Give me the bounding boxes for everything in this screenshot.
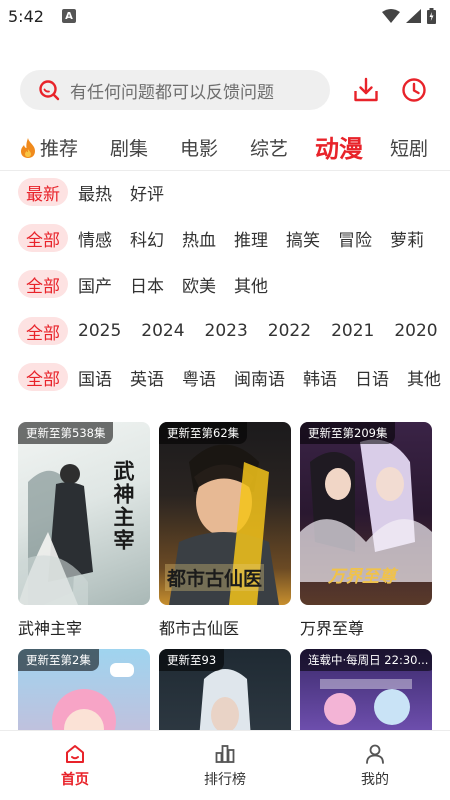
filter-row-language: 全部 国语 英语 粤语 闽南语 韩语 日语 其他	[18, 362, 450, 392]
filter-chip[interactable]: 情感	[78, 226, 112, 251]
filter-chip[interactable]: 2023	[205, 321, 248, 341]
search-icon	[39, 80, 60, 101]
notification-icon: A	[61, 9, 76, 23]
show-poster[interactable]: 更新至第62集 都市古仙医	[159, 422, 291, 605]
filter-chip[interactable]: 科幻	[130, 226, 164, 251]
show-card[interactable]: 更新至第209集 万界至尊 万界至尊	[300, 422, 432, 639]
download-button[interactable]	[350, 74, 382, 106]
status-icons	[382, 8, 436, 24]
filter-chip[interactable]: 闽南语	[234, 365, 285, 390]
nav-item-home[interactable]: 首页	[0, 731, 150, 800]
search-input[interactable]: 有任何问题都可以反馈问题	[20, 70, 330, 110]
filter-row-genre: 全部 情感 科幻 热血 推理 搞笑 冒险 萝莉	[18, 223, 450, 253]
episode-badge: 更新至第538集	[18, 422, 114, 444]
filter-chip-active[interactable]: 全部	[18, 317, 68, 345]
show-title[interactable]: 武神主宰	[18, 615, 150, 639]
episode-badge: 更新至第62集	[159, 422, 248, 444]
filter-chip[interactable]: 冒险	[338, 226, 372, 251]
wifi-icon	[382, 9, 400, 23]
tab-recommend[interactable]: 推荐	[18, 134, 78, 161]
filter-chip[interactable]: 2025	[78, 321, 121, 341]
ranking-icon	[215, 745, 235, 763]
filter-row-sort: 最新 最热 好评	[18, 177, 450, 207]
search-placeholder: 有任何问题都可以反馈问题	[70, 82, 274, 103]
filter-chip[interactable]: 国产	[78, 272, 112, 297]
show-card[interactable]: 更新至第538集 武神主宰 武神主宰	[18, 422, 150, 639]
bottom-nav: 首页 排行榜 我的	[0, 730, 450, 800]
status-time: 5:42	[8, 6, 44, 26]
filter-chip-active[interactable]: 全部	[18, 270, 68, 298]
fire-icon	[21, 137, 35, 158]
filter-chip[interactable]: 搞笑	[286, 226, 320, 251]
tab-variety[interactable]: 综艺	[250, 134, 288, 161]
filter-chip[interactable]: 其他	[234, 272, 268, 297]
search-row: 有任何问题都可以反馈问题	[20, 70, 440, 110]
filter-chip[interactable]: 最热	[78, 180, 112, 205]
filter-chip[interactable]: 好评	[130, 180, 164, 205]
filter-chip[interactable]: 热血	[182, 226, 216, 251]
tab-anime[interactable]: 动漫	[315, 129, 363, 164]
episode-badge: 更新至93	[159, 649, 225, 671]
nav-item-ranking[interactable]: 排行榜	[150, 731, 300, 800]
nav-label: 我的	[361, 772, 389, 788]
tab-label: 推荐	[40, 138, 79, 160]
filter-chip[interactable]: 2022	[268, 321, 311, 341]
filter-chip[interactable]: 日本	[130, 272, 164, 297]
home-icon	[66, 745, 84, 763]
episode-badge: 连载中·每周日 22:30...	[300, 649, 432, 671]
history-button[interactable]	[398, 74, 430, 106]
filter-chip[interactable]: 2024	[141, 321, 184, 341]
nav-label: 排行榜	[204, 772, 246, 788]
filter-row-region: 全部 国产 日本 欧美 其他	[18, 269, 450, 299]
filter-chip[interactable]: 粤语	[182, 365, 216, 390]
tabs-divider	[0, 170, 450, 171]
tab-short-drama[interactable]: 短剧	[390, 134, 428, 161]
filter-chip-active[interactable]: 全部	[18, 363, 68, 391]
filter-chip[interactable]: 推理	[234, 226, 268, 251]
tab-series[interactable]: 剧集	[110, 134, 148, 161]
filter-chip[interactable]: 国语	[78, 365, 112, 390]
show-card[interactable]: 更新至第62集 都市古仙医 都市古仙医	[159, 422, 291, 639]
nav-label: 首页	[61, 772, 89, 788]
show-poster[interactable]: 更新至第538集 武神主宰	[18, 422, 150, 605]
download-icon	[354, 77, 378, 102]
profile-icon	[366, 744, 384, 764]
filter-chip-active[interactable]: 全部	[18, 224, 68, 252]
filter-chip[interactable]: 萝莉	[390, 226, 424, 251]
poster-title-art: 都市古仙医	[165, 564, 265, 591]
show-poster[interactable]: 更新至第209集 万界至尊	[300, 422, 432, 605]
show-title[interactable]: 万界至尊	[300, 615, 432, 639]
clock-icon	[402, 78, 426, 102]
episode-badge: 更新至第2集	[18, 649, 99, 671]
filter-chip[interactable]: 2021	[331, 321, 374, 341]
status-bar: 5:42 A	[0, 0, 450, 32]
battery-icon	[427, 8, 436, 24]
filter-chip[interactable]: 英语	[130, 365, 164, 390]
show-title[interactable]: 都市古仙医	[159, 615, 291, 639]
category-tabs: 推荐 剧集 电影 综艺 动漫 短剧	[0, 124, 450, 170]
filter-chip[interactable]: 日语	[355, 365, 389, 390]
tab-movies[interactable]: 电影	[180, 134, 218, 161]
poster-title-art: 万界至尊	[328, 567, 396, 587]
filter-chip[interactable]: 韩语	[303, 365, 337, 390]
filter-chip[interactable]: 2020	[394, 321, 437, 341]
filter-chip-active[interactable]: 最新	[18, 178, 68, 206]
filter-chip[interactable]: 其他	[407, 365, 441, 390]
poster-title-art: 武神主宰	[111, 460, 135, 552]
signal-icon	[406, 9, 421, 23]
filter-row-year: 全部 2025 2024 2023 2022 2021 2020	[18, 316, 450, 346]
nav-item-profile[interactable]: 我的	[300, 731, 450, 800]
episode-badge: 更新至第209集	[300, 422, 396, 444]
filter-chip[interactable]: 欧美	[182, 272, 216, 297]
